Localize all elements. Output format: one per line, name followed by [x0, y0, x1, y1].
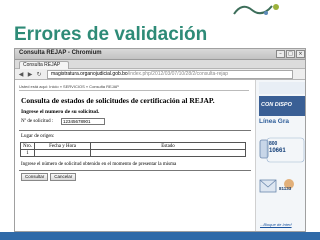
url-path: /index.php/2012/03/07/10/28/2/consulta-r… — [127, 71, 229, 77]
cancel-button[interactable]: Cancelar — [50, 173, 77, 181]
contact-number: 81133 — [279, 186, 292, 191]
maximize-icon[interactable]: □ — [286, 50, 295, 58]
reload-icon[interactable]: ↻ — [35, 71, 43, 78]
hotline-banner[interactable]: 800 10661 — [259, 136, 305, 166]
results-table: Nro. Fecha y Hora Estado 1 — [19, 142, 246, 157]
divider — [19, 170, 251, 171]
browser-screenshot: Consulta REJAP - Chromium – □ × Consulta… — [14, 48, 306, 232]
divider — [19, 130, 251, 131]
info-text: Ingrese el número de solicitud obtenido … — [21, 162, 177, 167]
url-field[interactable]: magistratura.organojudicial.gob.bo/index… — [47, 70, 293, 79]
url-host: magistratura.organojudicial.gob.bo — [51, 71, 128, 77]
sidebar-ads: CON DISPO Línea Gra 800 10661 81133 ...B… — [255, 80, 305, 231]
hotline-number: 10661 — [269, 148, 286, 154]
window-controls: – □ × — [276, 50, 305, 58]
hotline-prefix: 800 — [269, 141, 278, 147]
table-row: 1 — [19, 149, 246, 157]
minimize-icon[interactable]: – — [276, 50, 285, 58]
window-title: Consulta REJAP - Chromium — [19, 50, 102, 56]
table-cell — [34, 149, 92, 157]
origin-label: Lugar de origen: — [21, 134, 55, 139]
tab-strip: Consulta REJAP — [15, 60, 305, 69]
instruction-text: Ingrese el numero de su solicitud. — [21, 109, 100, 115]
consult-button[interactable]: Consultar — [21, 173, 49, 181]
slide-title: Errores de validación — [14, 24, 208, 45]
table-cell — [90, 149, 246, 157]
window-titlebar: Consulta REJAP - Chromium – □ × — [15, 49, 305, 60]
table-header-estado: Estado — [90, 142, 246, 150]
address-bar-row: ◀ ▶ ↻ magistratura.organojudicial.gob.bo… — [15, 69, 305, 80]
ad-banner-text: CON DISPO — [261, 102, 292, 108]
tab-consulta-rejap[interactable]: Consulta REJAP — [19, 61, 69, 69]
aetic-logo — [233, 4, 279, 15]
divider — [19, 90, 249, 91]
ad-banner-top[interactable] — [259, 82, 305, 94]
breadcrumb: Usted está aquí: Inicio » SERVICIOS » Co… — [19, 84, 119, 89]
sidebar-footer-link[interactable]: ...Bloque de Interf — [260, 222, 292, 227]
back-arrow-icon[interactable]: ◀ — [17, 71, 25, 78]
close-icon[interactable]: × — [296, 50, 305, 58]
page-title: Consulta de estados de solicitudes de ce… — [21, 96, 215, 105]
hotline-heading: Línea Gra — [259, 118, 289, 125]
ad-banner-contact[interactable]: 81133 — [259, 174, 305, 202]
table-cell: 1 — [19, 149, 36, 157]
forward-arrow-icon[interactable]: ▶ — [26, 71, 34, 78]
page-content: Usted está aquí: Inicio » SERVICIOS » Co… — [15, 80, 255, 231]
ad-banner-blue[interactable]: CON DISPO — [259, 96, 305, 116]
form-buttons: Consultar Cancelar — [21, 173, 77, 181]
table-header-fecha: Fecha y Hora — [34, 142, 92, 150]
request-number-label: Nº de solicitud : — [21, 119, 54, 124]
request-number-input[interactable]: 12345678901 — [61, 118, 105, 125]
table-header-nro: Nro. — [19, 142, 36, 150]
bottom-bar — [0, 232, 320, 240]
